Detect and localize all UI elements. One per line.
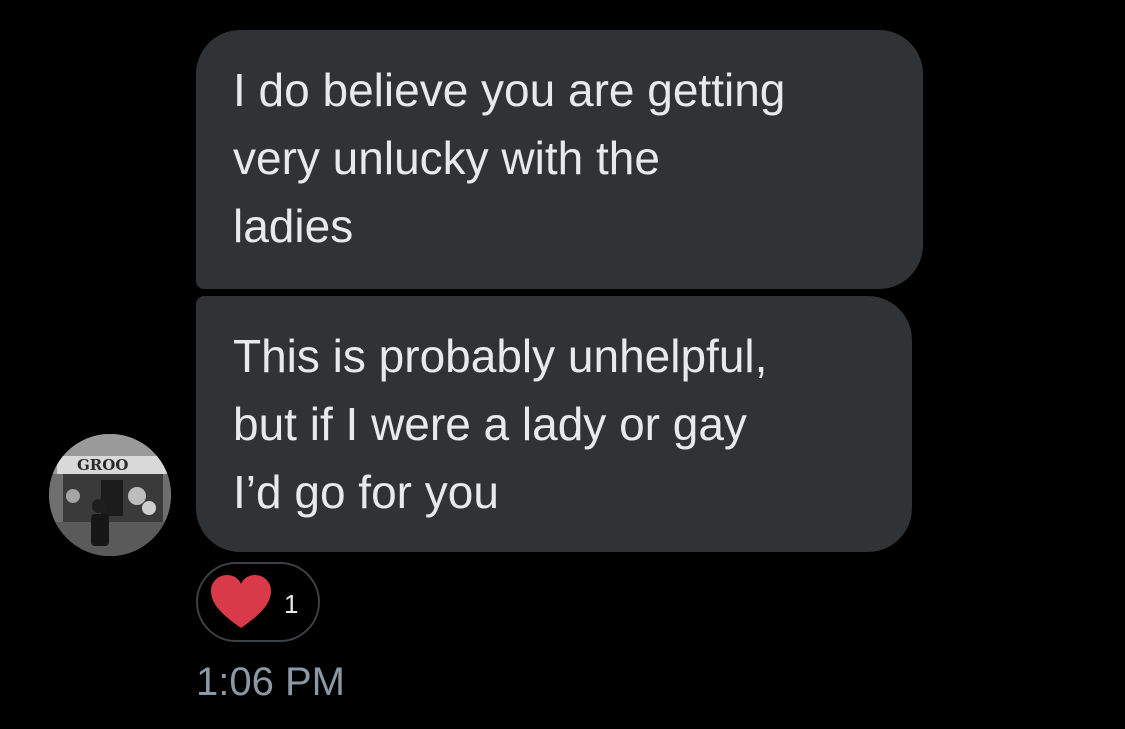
reaction-pill[interactable]: 1 <box>196 562 320 642</box>
message-bubble-2[interactable]: This is probably unhelpful, but if I wer… <box>196 296 912 552</box>
message-bubble-1[interactable]: I do believe you are getting very unluck… <box>196 30 923 289</box>
heart-icon <box>211 575 271 628</box>
sender-avatar[interactable]: GROO <box>49 434 171 556</box>
reaction-count: 1 <box>284 588 299 619</box>
avatar-sign-text: GROO <box>77 456 128 474</box>
avatar-photo: GROO <box>49 434 171 556</box>
message-timestamp: 1:06 PM <box>196 660 345 704</box>
